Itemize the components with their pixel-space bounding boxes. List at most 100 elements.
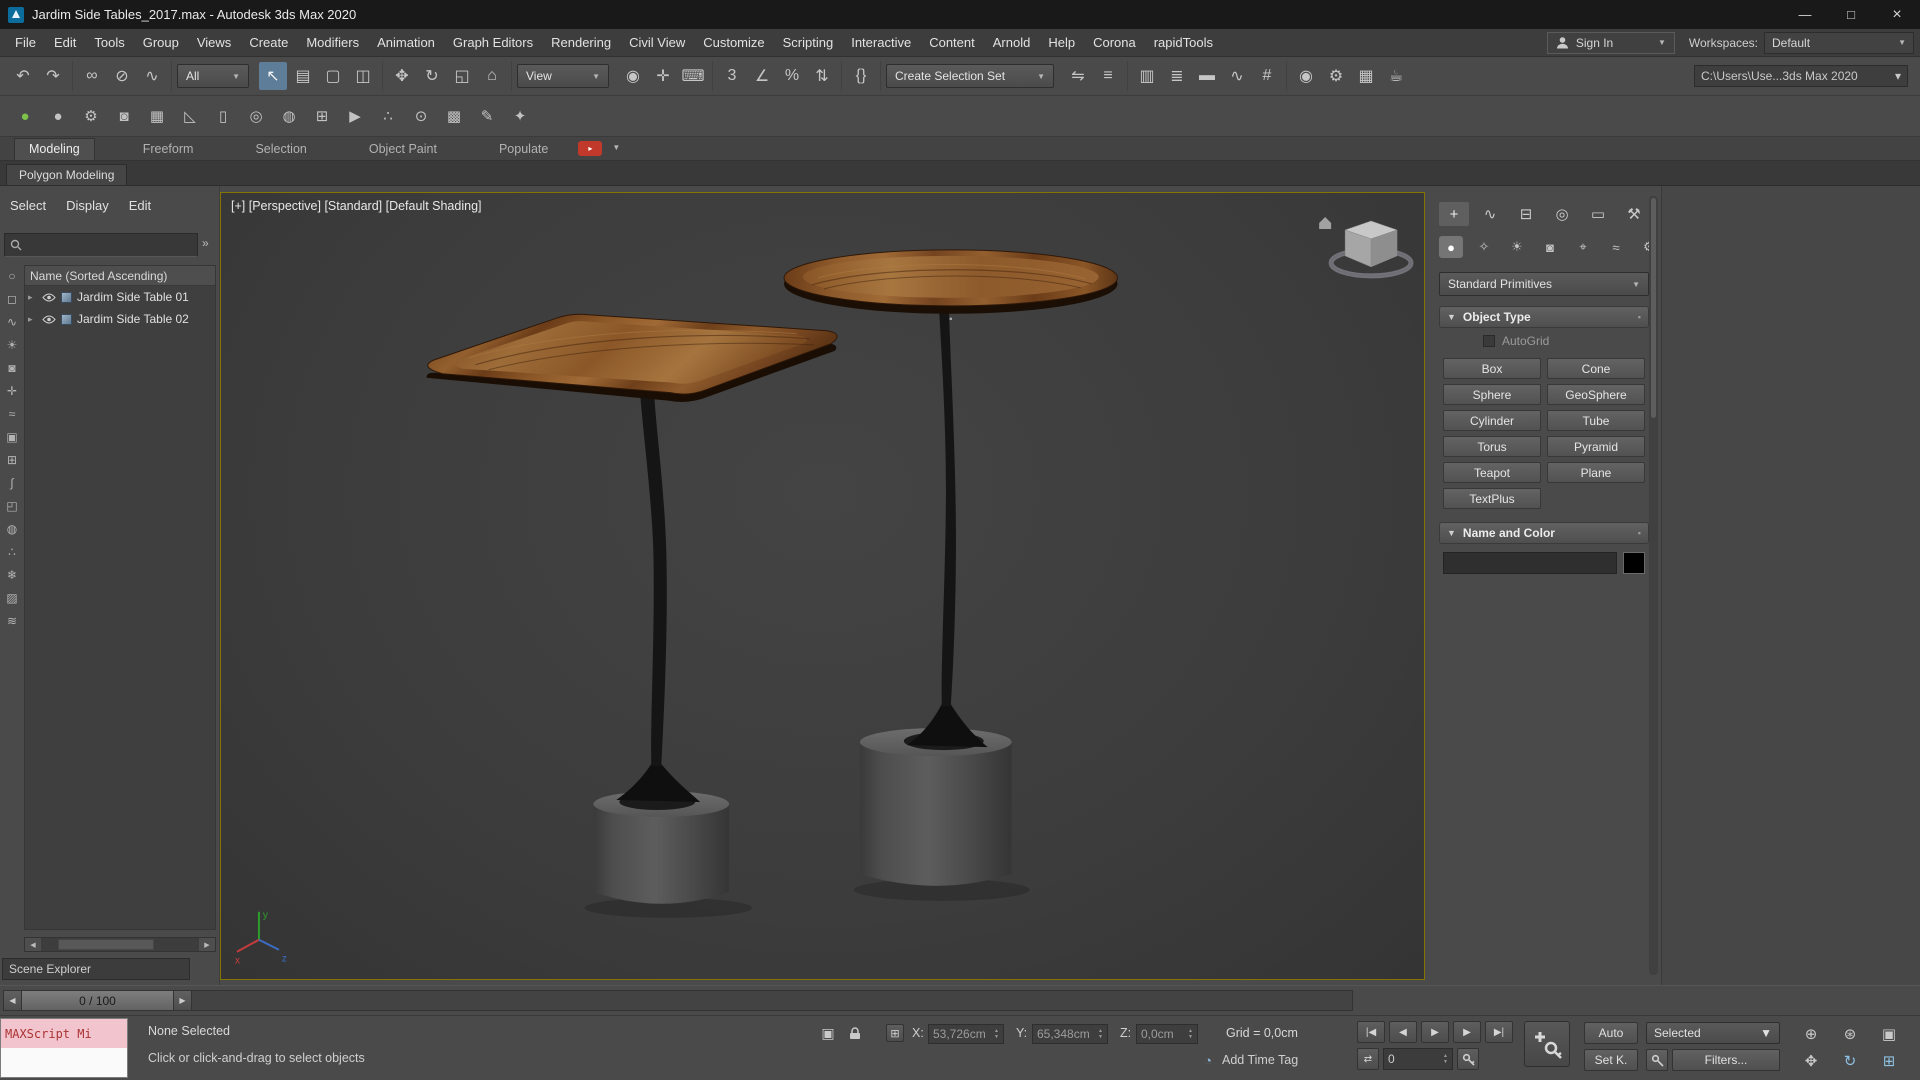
display-helpers-icon[interactable]: ✛ — [7, 385, 17, 397]
menu-item[interactable]: Civil View — [620, 29, 694, 56]
sign-in-dropdown[interactable]: Sign In ▼ — [1546, 31, 1675, 54]
key-selection-set-dropdown[interactable]: Selected ▼ — [1646, 1022, 1780, 1044]
visibility-eye-icon[interactable] — [42, 293, 56, 302]
display-particles-icon[interactable]: ∴ — [8, 546, 16, 558]
menu-item[interactable]: Tools — [85, 29, 133, 56]
hierarchy-tab-icon[interactable]: ⊟ — [1511, 202, 1541, 226]
rendered-frame-window-icon[interactable]: ▦ — [1352, 62, 1380, 90]
display-frozen-icon[interactable]: ❄ — [7, 569, 17, 581]
zoom-extents-icon[interactable]: ▣ — [1876, 1022, 1902, 1046]
gears-icon[interactable]: ⚙ — [78, 103, 104, 129]
side-table-01[interactable] — [426, 313, 838, 918]
select-by-name-icon[interactable]: ▤ — [289, 62, 317, 90]
spinner-snap-toggle-icon[interactable]: ⇅ — [808, 62, 836, 90]
edit-named-selection-sets-icon[interactable]: {} — [847, 62, 875, 90]
x-coordinate-field[interactable]: 53,726cm ▲ ▼ — [928, 1024, 1004, 1044]
primitive-button[interactable]: Teapot — [1443, 462, 1541, 483]
minimize-button[interactable]: — — [1782, 0, 1828, 29]
go-to-end-button[interactable]: ▶| — [1485, 1021, 1513, 1043]
keyboard-shortcut-override-icon[interactable]: ⌨ — [679, 62, 707, 90]
motion-tab-icon[interactable]: ◎ — [1547, 202, 1577, 226]
percent-snap-toggle-icon[interactable]: % — [778, 62, 806, 90]
material-editor-icon[interactable]: ◉ — [1292, 62, 1320, 90]
schematic-view-icon[interactable]: # — [1253, 62, 1281, 90]
previous-frame-arrow[interactable]: ◀ — [4, 991, 22, 1010]
viewcube[interactable] — [1319, 216, 1414, 279]
object-color-swatch[interactable] — [1623, 552, 1645, 574]
display-cameras-icon[interactable]: ◙ — [8, 362, 15, 374]
scene-explorer-menu-item[interactable]: Display — [66, 198, 109, 213]
y-coordinate-field[interactable]: 65,348cm ▲ ▼ — [1032, 1024, 1108, 1044]
primitive-button[interactable]: Cone — [1547, 358, 1645, 379]
menu-item[interactable]: Views — [188, 29, 240, 56]
render-production-icon[interactable]: ☕ — [1382, 62, 1410, 90]
menu-item[interactable]: Create — [240, 29, 297, 56]
close-button[interactable]: × — [1874, 0, 1920, 29]
perspective-viewport[interactable]: [+] [Perspective] [Standard] [Default Sh… — [220, 192, 1425, 980]
angle-snap-toggle-icon[interactable]: ∠ — [748, 62, 776, 90]
ribbon-tab[interactable]: Modeling — [14, 138, 95, 160]
lightbulb-icon[interactable]: ✦ — [507, 103, 533, 129]
scrollbar-thumb[interactable] — [1651, 198, 1656, 418]
toggle-scene-explorer-icon[interactable]: ▥ — [1133, 62, 1161, 90]
spinner-down-icon[interactable]: ▼ — [1443, 1059, 1448, 1065]
page-icon[interactable]: ▯ — [210, 103, 236, 129]
cameras-category-icon[interactable]: ◙ — [1538, 236, 1562, 258]
chevron-down-icon[interactable]: ▼ — [612, 143, 620, 152]
next-frame-button[interactable]: ▶ — [1453, 1021, 1481, 1043]
object-type-rollout-header[interactable]: ▼ Object Type ▪ — [1439, 306, 1649, 328]
maximize-viewport-toggle-icon[interactable]: ⊞ — [1876, 1049, 1902, 1073]
z-coordinate-field[interactable]: 0,0cm ▲ ▼ — [1136, 1024, 1198, 1044]
menu-item[interactable]: Edit — [45, 29, 85, 56]
scene-object-row[interactable]: ▸ Jardim Side Table 02 — [25, 308, 215, 330]
curve-editor-icon[interactable]: ∿ — [1223, 62, 1251, 90]
scene-object-row[interactable]: ▸ Jardim Side Table 01 — [25, 286, 215, 308]
display-shapes-icon[interactable]: ∿ — [7, 316, 17, 328]
polygon-modeling-tab[interactable]: Polygon Modeling — [6, 164, 128, 185]
snaps-toggle-icon[interactable]: 3 — [718, 62, 746, 90]
primitive-category-dropdown[interactable]: Standard Primitives ▼ — [1439, 272, 1649, 296]
unlink-selection-icon[interactable]: ⊘ — [108, 62, 136, 90]
selection-lock-icon[interactable] — [845, 1023, 865, 1043]
window-crossing-toggle-icon[interactable]: ◫ — [349, 62, 377, 90]
spinner-up-icon[interactable]: ▲ — [1188, 1028, 1193, 1034]
mirror-icon[interactable]: ⇋ — [1064, 62, 1092, 90]
grid-tool-icon[interactable]: ▩ — [441, 103, 467, 129]
primitive-button[interactable]: Cylinder — [1443, 410, 1541, 431]
ribbon-tab[interactable]: Object Paint — [355, 139, 451, 160]
primitive-button[interactable]: Box — [1443, 358, 1541, 379]
modify-tab-icon[interactable]: ∿ — [1475, 202, 1505, 226]
orbit-icon[interactable]: ↻ — [1837, 1049, 1863, 1073]
expand-icon[interactable]: ▸ — [28, 292, 37, 303]
scroll-left-icon[interactable]: ◀ — [25, 938, 41, 951]
key-mode-toggle-icon[interactable]: ⇄ — [1357, 1048, 1379, 1070]
eye-tool-icon[interactable]: ⊙ — [408, 103, 434, 129]
menu-item[interactable]: Graph Editors — [444, 29, 542, 56]
project-folder-field[interactable]: C:\Users\Use...3ds Max 2020 ▾ — [1694, 65, 1908, 87]
key-filters-icon[interactable] — [1646, 1049, 1668, 1071]
scene-explorer-search[interactable] — [4, 233, 198, 257]
corona-sphere-icon[interactable]: ● — [12, 103, 38, 129]
spinner-down-icon[interactable]: ▼ — [1188, 1034, 1193, 1040]
auto-key-button[interactable]: Auto — [1584, 1022, 1638, 1044]
select-and-link-icon[interactable]: ∞ — [78, 62, 106, 90]
maxscript-mini-listener[interactable]: MAXScript Mi — [0, 1018, 128, 1078]
primitive-button[interactable]: Pyramid — [1547, 436, 1645, 457]
display-all-icon[interactable]: ○ — [8, 270, 15, 282]
bind-to-space-warp-icon[interactable]: ∿ — [138, 62, 166, 90]
menu-item[interactable]: Interactive — [842, 29, 920, 56]
time-slider-handle[interactable]: 0 / 100 — [22, 991, 174, 1010]
menu-item[interactable]: Modifiers — [297, 29, 368, 56]
workspaces-dropdown[interactable]: Default ▼ — [1764, 31, 1914, 54]
overflow-chevron-icon[interactable]: » — [202, 236, 209, 250]
go-to-start-button[interactable]: |◀ — [1357, 1021, 1385, 1043]
maxscript-macro-line[interactable]: MAXScript Mi — [1, 1019, 127, 1048]
scrollbar-thumb[interactable] — [58, 939, 154, 950]
display-spacewarps-icon[interactable]: ≈ — [9, 408, 16, 420]
object-name-input[interactable] — [1443, 552, 1617, 574]
display-bones-icon[interactable]: ∫ — [10, 477, 13, 489]
geometry-category-icon[interactable]: ● — [1439, 236, 1463, 258]
use-pivot-point-center-icon[interactable]: ◉ — [619, 62, 647, 90]
pan-icon[interactable]: ✥ — [1798, 1049, 1824, 1073]
rectangular-selection-region-icon[interactable]: ▢ — [319, 62, 347, 90]
